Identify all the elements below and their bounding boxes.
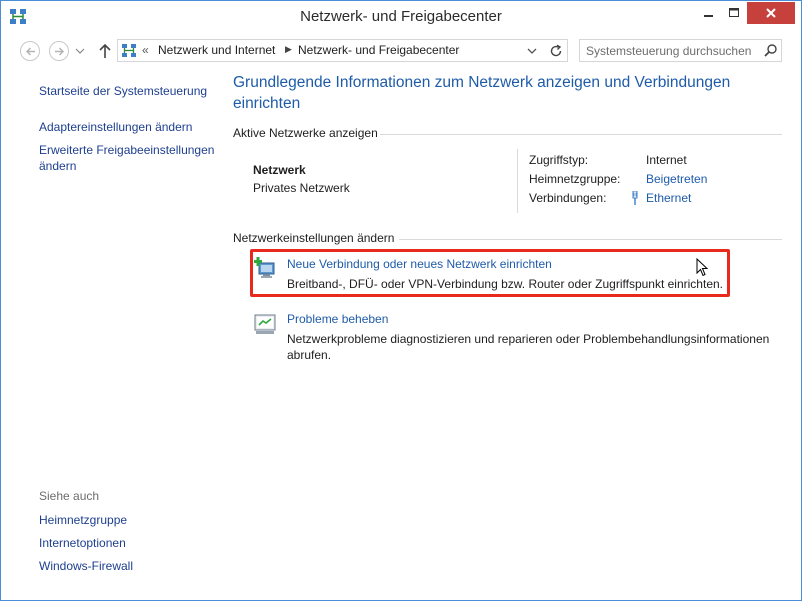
network-name: Netzwerk (253, 163, 306, 177)
minimize-button[interactable] (695, 2, 721, 24)
ethernet-connection-link[interactable]: Ethernet (646, 191, 691, 205)
vertical-divider (517, 149, 518, 213)
troubleshoot-description: Netzwerkprobleme diagnostizieren und rep… (287, 332, 770, 362)
back-button[interactable] (20, 41, 40, 61)
highlight-frame (250, 249, 730, 297)
control-panel-home-link[interactable]: Startseite der Systemsteuerung (39, 83, 207, 99)
refresh-icon[interactable] (547, 42, 565, 60)
section-divider (380, 134, 782, 135)
search-box[interactable] (579, 39, 782, 62)
windows-firewall-link[interactable]: Windows-Firewall (39, 558, 133, 574)
search-icon[interactable] (763, 43, 778, 58)
search-input[interactable] (586, 43, 756, 59)
breadcrumb-overflow[interactable]: « (142, 43, 149, 57)
connections-label: Verbindungen: (529, 191, 607, 205)
troubleshoot-icon[interactable] (253, 312, 277, 336)
advanced-sharing-settings-link[interactable]: Erweiterte Freigabeeinstellungen ändern (39, 142, 219, 174)
breadcrumb-separator-icon[interactable]: ▶ (285, 44, 292, 55)
mouse-pointer-icon (696, 258, 708, 277)
arrow-right-icon (55, 47, 65, 56)
maximize-button[interactable] (721, 2, 747, 24)
network-location-icon (122, 44, 136, 57)
window: Netzwerk- und Freigabecenter « Netzwerk … (0, 0, 802, 601)
chevron-down-icon (75, 48, 85, 54)
active-networks-heading: Aktive Netzwerke anzeigen (233, 126, 378, 140)
close-button[interactable] (747, 2, 795, 24)
title-bar: Netzwerk- und Freigabecenter (1, 1, 801, 33)
breadcrumb-network-sharing-center[interactable]: Netzwerk- und Freigabecenter (298, 43, 459, 57)
change-settings-heading: Netzwerkeinstellungen ändern (233, 231, 395, 245)
address-bar[interactable]: « Netzwerk und Internet ▶ Netzwerk- und … (117, 39, 568, 62)
breadcrumb-network-internet[interactable]: Netzwerk und Internet (158, 43, 275, 57)
see-also-label: Siehe auch (39, 489, 100, 503)
forward-button[interactable] (49, 41, 69, 61)
up-arrow-icon[interactable] (97, 42, 113, 60)
window-title: Netzwerk- und Freigabecenter (300, 8, 502, 25)
access-type-value: Internet (646, 153, 687, 167)
internet-options-link[interactable]: Internetoptionen (39, 535, 126, 551)
adapter-settings-link[interactable]: Adaptereinstellungen ändern (39, 119, 192, 135)
homegroup-label: Heimnetzgruppe: (529, 172, 621, 186)
ethernet-icon (632, 191, 638, 205)
navigation-bar: « Netzwerk und Internet ▶ Netzwerk- und … (1, 33, 801, 69)
arrow-left-icon (25, 47, 35, 56)
maximize-icon (729, 8, 739, 17)
homegroup-link[interactable]: Heimnetzgruppe (39, 512, 127, 528)
page-title: Grundlegende Informationen zum Netzwerk … (233, 74, 731, 112)
minimize-icon (704, 15, 713, 17)
recent-locations-button[interactable] (75, 45, 85, 55)
troubleshoot-link[interactable]: Probleme beheben (287, 312, 388, 326)
close-icon (766, 8, 776, 18)
network-category[interactable]: Privates Netzwerk (253, 181, 350, 195)
address-dropdown-icon[interactable] (525, 43, 539, 59)
access-type-label: Zugriffstyp: (529, 153, 589, 167)
section-divider (399, 239, 782, 240)
homegroup-value-link[interactable]: Beigetreten (646, 172, 707, 186)
